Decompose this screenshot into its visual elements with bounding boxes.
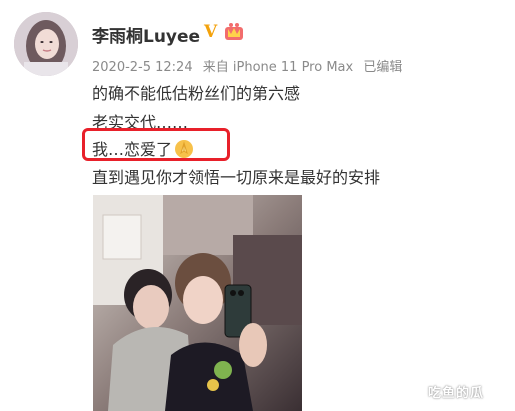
member-crown-icon	[224, 22, 244, 42]
verified-badge-icon: V	[204, 22, 218, 42]
post-photo[interactable]	[93, 195, 302, 411]
post-meta: 2020-2-5 12:24 来自 iPhone 11 Pro Max 已编辑	[92, 56, 408, 75]
post-timestamp[interactable]: 2020-2-5 12:24	[92, 60, 193, 75]
post-text-line-1: 的确不能低估粉丝们的第六感	[92, 84, 301, 103]
avatar[interactable]	[14, 12, 78, 76]
post-source: 来自 iPhone 11 Pro Max	[202, 60, 354, 75]
post-edited-label[interactable]: 已编辑	[363, 60, 402, 75]
post-text-line-4: 直到遇见你才领悟一切原来是最好的安排	[92, 168, 381, 187]
username[interactable]: 李雨桐Luyee	[92, 22, 200, 47]
highlight-box	[82, 128, 230, 161]
watermark: 吃鱼的瓜	[428, 386, 485, 401]
